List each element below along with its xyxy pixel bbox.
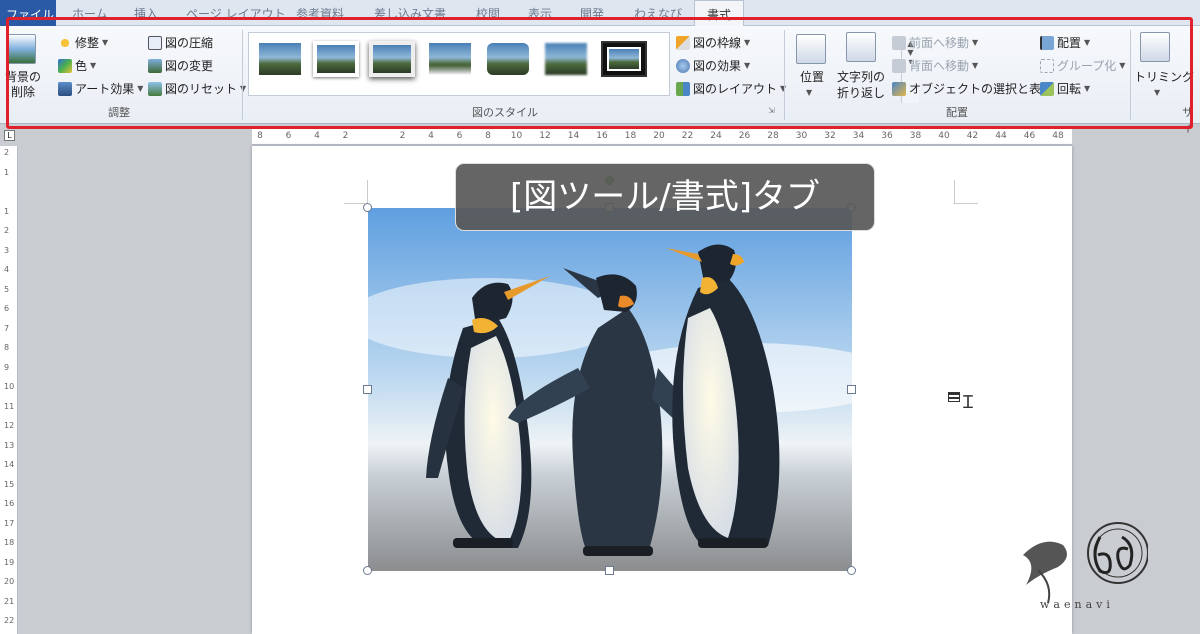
ruler-tick-label: 36 [881,131,893,141]
ruler-tick-label: 20 [4,577,15,586]
ruler-tick-label: 4 [428,131,434,141]
ruler-tick-label: 19 [4,557,15,567]
ruler-tick-label: 14 [567,131,580,141]
ruler-tick-label: 22 [4,616,15,625]
caption-overlay: [図ツール/書式]タブ [455,163,875,231]
ruler-tick-label: 13 [4,440,15,450]
penguin-photo[interactable] [368,208,852,571]
margin-corner-mark [344,180,368,204]
ruler-tick-label: 8 [4,343,10,352]
ruler-tick-label: 7 [4,323,10,333]
ruler-tick-label: 40 [938,131,950,141]
resize-handle-bottom[interactable] [605,566,614,575]
ruler-tick-label: 26 [738,131,751,141]
ruler-tick-label: 28 [767,131,779,141]
ruler-tick-label: 38 [909,131,922,141]
ruler-tick-label: 16 [4,499,15,508]
ruler-tick-label: 10 [510,131,523,141]
ruler-tick-label: 8 [257,131,263,141]
ruler-tick-label: 6 [285,131,292,141]
vertical-ruler[interactable]: 2 1 1 2 3 4 5 6 7 8 9 10 11 12 13 14 15 16 17 18 19 20 21 22 [0,146,18,634]
ruler-tick-label: 1 [4,206,10,216]
anchor-icon [948,392,960,402]
ruler-tick-label: 2 [4,226,10,235]
ruler-tick-label: 18 [624,131,637,141]
ruler-tick-label: 6 [4,304,10,313]
resize-handle-top-left[interactable] [363,203,372,212]
margin-corner-mark [954,180,978,204]
ruler-tick-label: 9 [4,362,10,372]
ruler-tick-label: 20 [653,131,665,141]
ruler-tick-label: 2 [342,131,349,141]
ruler-tick-label: 15 [4,479,15,489]
ruler-tick-label: 21 [4,596,15,606]
ruler-tick-label: 5 [4,284,10,294]
ruler-tick-label: 48 [1052,131,1064,141]
ruler-tick-label: 17 [4,518,15,528]
ruler-tick-label: 14 [4,460,15,469]
ruler-tick-label: 12 [539,131,551,141]
ruler-tick-label: 4 [314,131,320,141]
ruler-tick-label: 42 [966,131,979,141]
ruler-tick-label: 18 [4,538,15,547]
ruler-tick-label: 34 [852,131,865,141]
ribbon-highlight-box [6,17,1193,129]
ruler-tick-label: 2 [4,148,10,157]
ruler-tick-label: 32 [824,131,836,141]
resize-handle-bottom-left[interactable] [363,566,372,575]
ruler-tick-label: 24 [710,131,722,141]
ruler-tick-label: 4 [4,265,10,274]
ruler-tick-label: 46 [1023,131,1036,141]
ruler-tick-label: 6 [456,131,463,141]
ruler-tick-label: 1 [4,167,10,177]
horizontal-ruler[interactable]: 8 6 4 2 2 4 6 8 10 12 14 16 18 20 22 24 26 28 30 32 34 36 38 40… [252,129,1072,145]
ruler-tick-label: 16 [596,131,608,141]
brand-text: waenavi [1040,598,1114,611]
ruler-tick-label: 30 [795,131,808,141]
ruler-tick-label: 2 [399,131,406,141]
resize-handle-left[interactable] [363,385,372,394]
ruler-tick-label: 44 [995,131,1007,141]
tab-selector[interactable]: L [4,130,15,141]
ruler-tick-label: 22 [681,131,694,141]
ruler-tick-label: 10 [4,382,15,391]
ruler-tick-label: 11 [4,401,15,411]
ruler-tick-label: 3 [4,245,10,255]
ruler-tick-label: 8 [485,131,491,141]
ruler-tick-label: 12 [4,421,15,430]
resize-handle-bottom-right[interactable] [847,566,856,575]
text-cursor-icon: Ɪ [963,392,974,413]
penguin-photo-image [368,208,852,571]
resize-handle-right[interactable] [847,385,856,394]
